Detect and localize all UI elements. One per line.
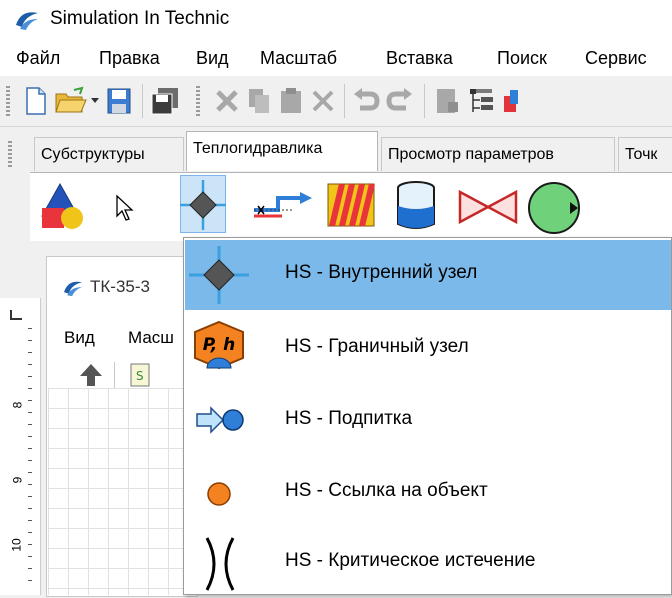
toolbar-separator [344,84,345,118]
boundary-node-icon-text: P, h [203,335,236,355]
paste-icon [281,88,301,113]
arrow-up-icon[interactable] [78,362,104,388]
new-document-icon[interactable] [24,86,48,116]
main-toolbar [0,76,672,127]
dropdown-item-internal-node[interactable]: HS - Внутренний узел [185,240,671,310]
toolbar-separator [114,362,115,388]
tab-parameter-view[interactable]: Просмотр параметров [381,137,615,171]
pipe-tool-icon[interactable] [252,186,316,226]
chevron-down-icon[interactable] [90,96,100,106]
dropdown-item-label: HS - Граничный узел [285,336,469,357]
script-icon[interactable]: S [128,362,152,388]
child-menu-scale[interactable]: Масш [128,328,174,348]
child-menu-view[interactable]: Вид [64,328,95,348]
ruler-label: 8 [10,401,25,409]
tab-substructures[interactable]: Субструктуры [34,137,184,171]
ruler-label: 10 [9,538,24,552]
sit-logo-icon [16,12,38,30]
shapes-icon[interactable] [38,182,88,230]
tree-icon[interactable] [468,86,496,116]
node-type-dropdown: HS - Внутренний узел P, h HS - Граничный… [183,237,672,595]
dropdown-item-critical-flow[interactable]: HS - Критическое истечение [185,528,671,598]
properties-icon [437,89,458,113]
save-all-icon[interactable] [150,86,180,116]
ruler-corner-icon [10,310,22,320]
vertical-ruler: 8 9 10 [0,298,41,595]
boundary-node-icon: P, h [194,320,244,370]
internal-node-icon [189,246,249,304]
sit-logo-icon [64,281,82,297]
undo-icon [354,88,380,111]
copy-icon [249,89,269,113]
svg-text:S: S [136,369,144,383]
ruler-ticks [28,328,32,588]
child-window-title[interactable]: ТК-35-3 [90,277,150,297]
tank-icon[interactable] [394,180,438,232]
toolbar-separator [424,84,425,118]
tab-points[interactable]: Точк [618,137,672,171]
menu-search[interactable]: Поиск [497,48,547,69]
valve-icon[interactable] [458,190,518,224]
dropdown-item-makeup[interactable]: HS - Подпитка [185,386,671,456]
object-link-icon [207,482,231,506]
redo-icon [386,88,412,111]
pump-icon[interactable] [526,180,582,236]
save-icon[interactable] [106,86,134,116]
menu-view[interactable]: Вид [196,48,229,69]
ruler-label: 9 [10,476,25,484]
heat-exchanger-icon[interactable] [326,182,376,228]
toolbar-grip[interactable] [6,86,10,116]
critical-flow-icon [205,537,235,591]
dropdown-item-label: HS - Подпитка [285,408,413,429]
menu-scale[interactable]: Масштаб [260,48,337,69]
dropdown-item-label: HS - Внутренний узел [285,262,478,283]
toolbar-separator [142,84,143,118]
makeup-icon [196,406,244,434]
dropdown-item-label: HS - Критическое истечение [285,550,536,571]
open-folder-icon[interactable] [54,86,88,116]
menu-insert[interactable]: Вставка [386,48,453,69]
delete-icon [312,90,334,112]
tab-strip-grip[interactable] [8,141,12,167]
dropdown-item-boundary-node[interactable]: P, h HS - Граничный узел [185,314,671,384]
chart-icon[interactable] [502,88,518,114]
pointer-icon[interactable] [114,194,136,222]
dropdown-item-label: HS - Ссылка на объект [285,480,488,501]
dropdown-item-object-link[interactable]: HS - Ссылка на объект [185,458,671,528]
menu-edit[interactable]: Правка [99,48,160,69]
tab-thermohydraulics[interactable]: Теплогидравлика [186,131,378,171]
menu-bar: Файл Правка Вид Масштаб Вставка Поиск Се… [0,40,672,76]
menu-file[interactable]: Файл [16,48,60,69]
canvas-grid[interactable] [48,388,188,595]
toolbar-grip[interactable] [196,86,200,116]
window-title: Simulation In Technic [50,8,230,29]
internal-node-icon [180,180,226,230]
menu-service[interactable]: Сервис [585,48,647,69]
cut-icon [216,90,238,112]
